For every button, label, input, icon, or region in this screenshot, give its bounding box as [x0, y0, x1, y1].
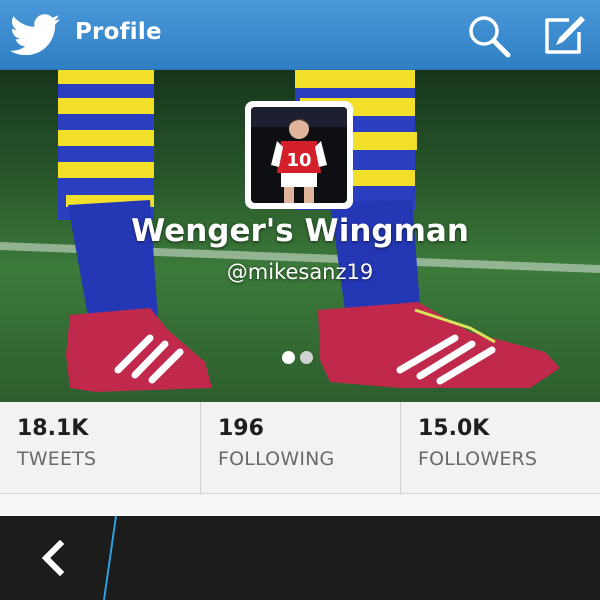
stat-following[interactable]: 196 FOLLOWING	[200, 402, 400, 493]
stat-followers[interactable]: 15.0K FOLLOWERS	[400, 402, 600, 493]
stat-value: 196	[218, 416, 264, 441]
compose-icon	[545, 16, 585, 54]
stat-label: FOLLOWERS	[418, 448, 538, 470]
compose-button[interactable]	[543, 14, 587, 58]
avatar[interactable]: 10	[245, 101, 353, 209]
bottom-action-bar	[0, 516, 600, 600]
bar-divider	[103, 516, 117, 600]
display-name: Wenger's Wingman	[131, 213, 469, 249]
twitter-bird-icon	[10, 14, 60, 55]
search-icon	[469, 16, 511, 58]
stat-label: FOLLOWING	[218, 448, 335, 470]
stat-tweets[interactable]: 18.1K TWEETS	[0, 402, 200, 493]
profile-stats: 18.1K TWEETS 196 FOLLOWING 15.0K FOLLOWE…	[0, 402, 600, 494]
header-bar: Profile	[0, 0, 600, 70]
content-area	[0, 494, 600, 516]
pager-dot[interactable]	[300, 351, 313, 364]
search-button[interactable]	[467, 14, 511, 58]
avatar-photo: 10	[251, 107, 347, 203]
user-handle: @mikesanz19	[226, 260, 374, 284]
avatar-jersey-number: 10	[286, 150, 311, 171]
pager-dot-active[interactable]	[282, 351, 295, 364]
stat-value: 18.1K	[17, 416, 89, 441]
banner-pager	[282, 349, 318, 364]
profile-banner: 10 Wenger's Wingman @mikesanz19	[0, 70, 600, 402]
page-title: Profile	[75, 19, 162, 45]
stat-label: TWEETS	[17, 448, 97, 470]
stat-value: 15.0K	[418, 416, 490, 441]
